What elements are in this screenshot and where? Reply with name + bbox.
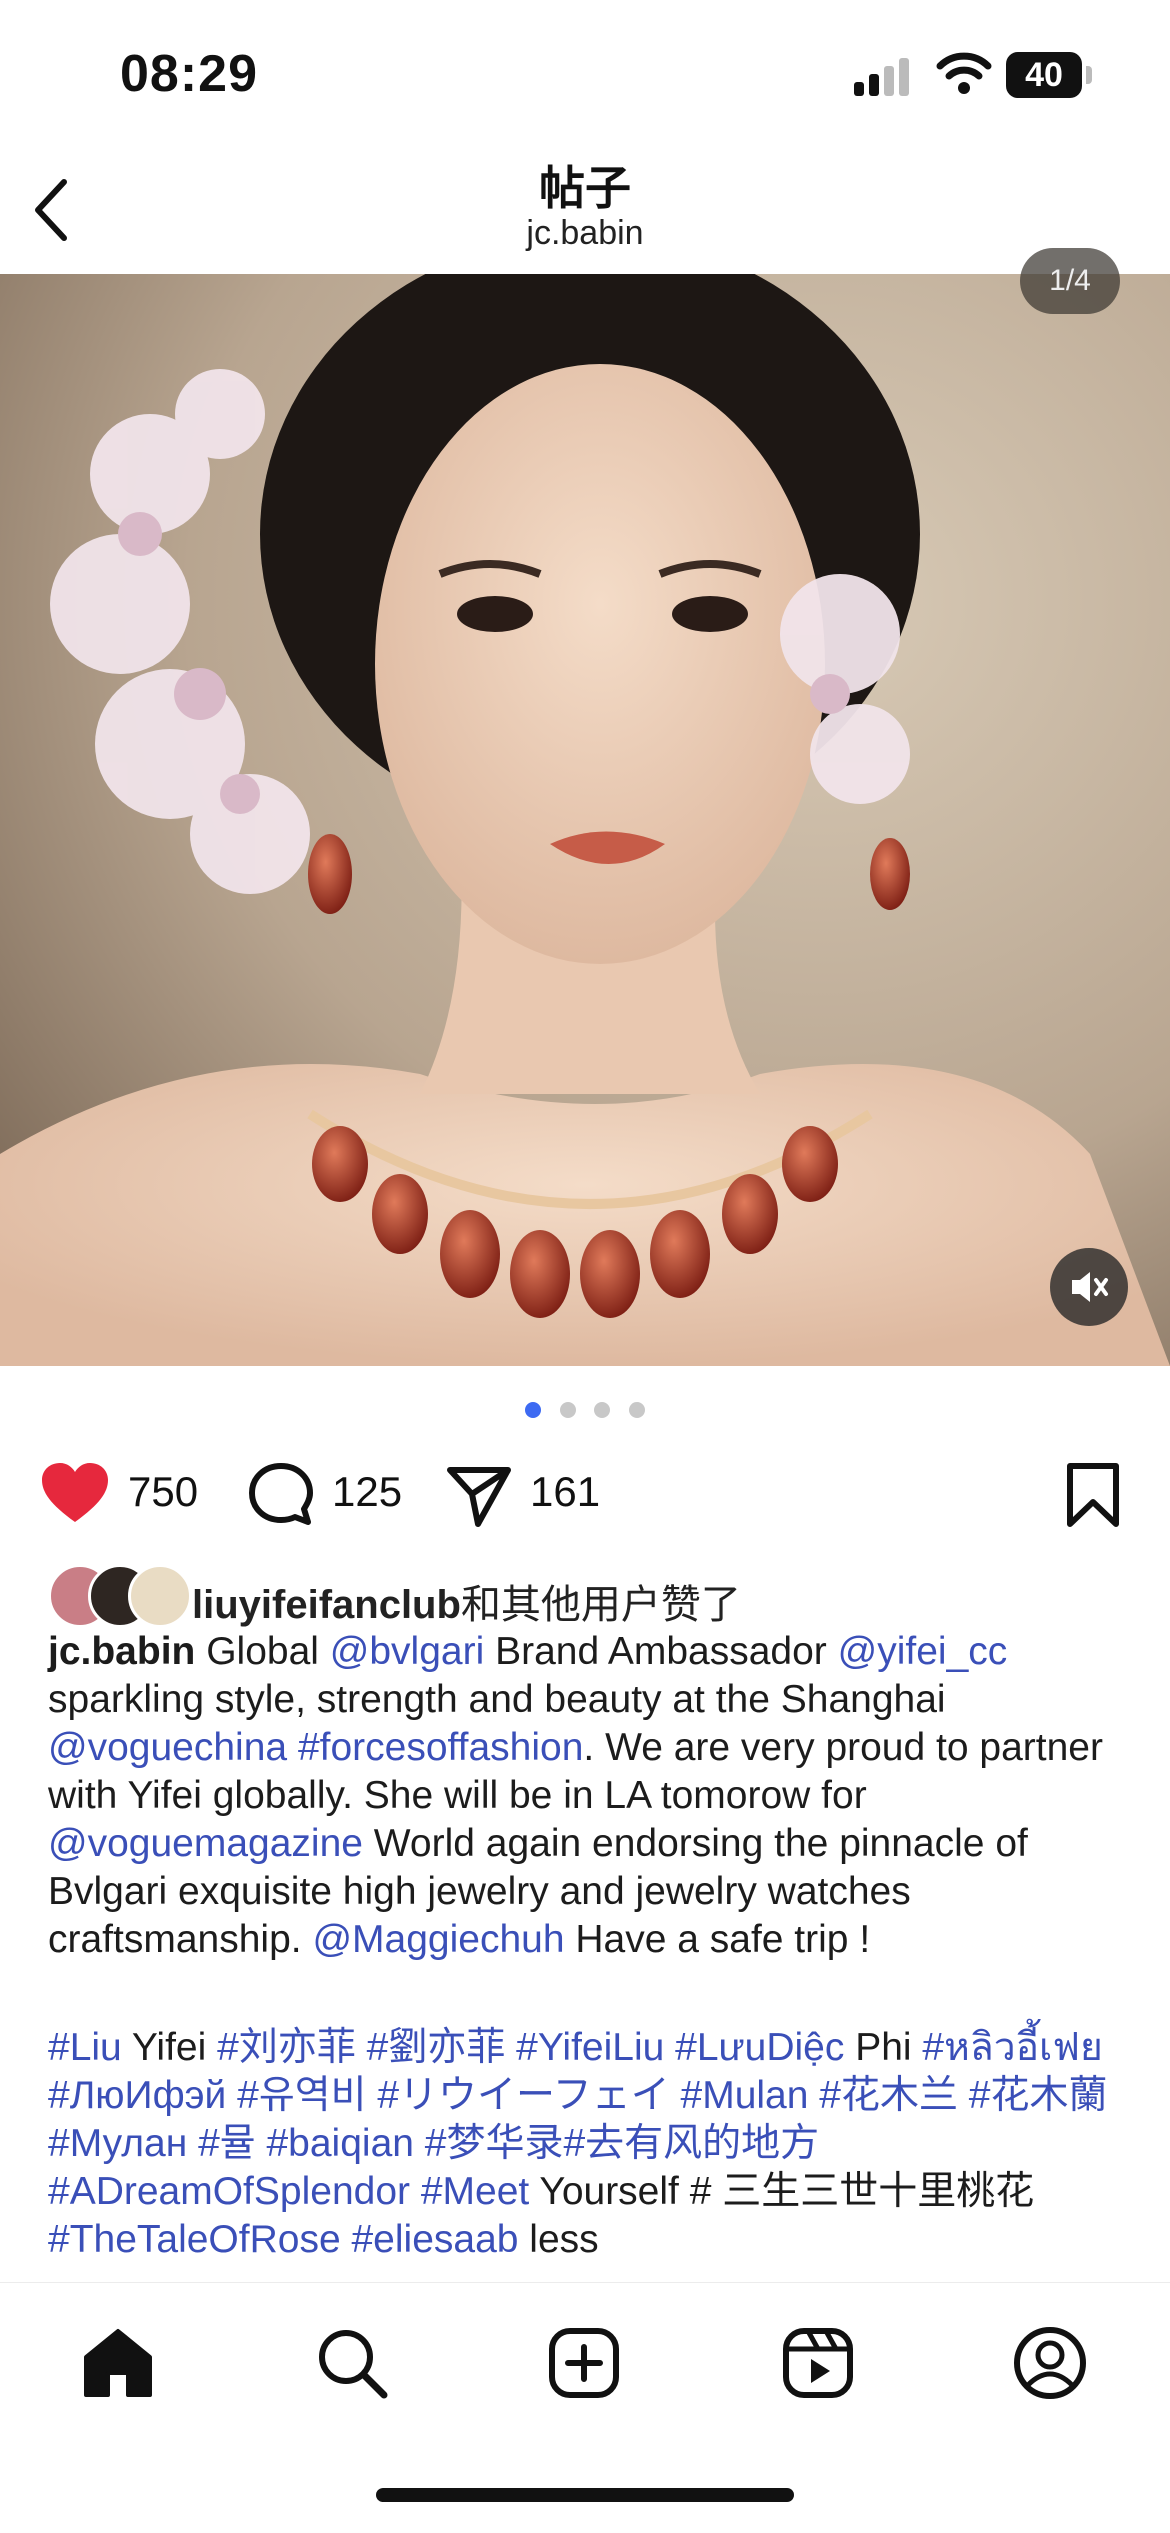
- hashtag-link[interactable]: #Liu: [48, 2026, 122, 2069]
- bookmark-icon[interactable]: [1058, 1460, 1128, 1530]
- mute-button[interactable]: [1050, 1248, 1128, 1326]
- liked-by-suffix: 和其他用户赞了: [460, 1583, 741, 1627]
- hashtag-link[interactable]: #forcesoffashion: [298, 1726, 583, 1769]
- liked-by-user[interactable]: liuyifeifanclub: [192, 1583, 461, 1627]
- carousel-dot: [525, 1402, 542, 1418]
- carousel-indicator: [0, 1402, 1170, 1422]
- portrait-photo: [0, 274, 1170, 1366]
- hashtag-text: Phi: [844, 2026, 923, 2069]
- reels-icon[interactable]: [778, 2323, 858, 2403]
- like-count[interactable]: 750: [128, 1468, 198, 1516]
- share-icon[interactable]: [444, 1460, 514, 1530]
- caption-text: sparkling style, strength and beauty at …: [48, 1678, 946, 1721]
- hashtag-text: Yourself # 三生三世十里桃花: [529, 2170, 1035, 2213]
- create-post-icon[interactable]: [544, 2323, 624, 2403]
- mention-link[interactable]: @voguemagazine: [48, 1822, 363, 1865]
- home-indicator: [376, 2488, 794, 2502]
- cellular-signal-icon: [854, 58, 909, 96]
- caption-text: Have a safe trip !: [564, 1918, 871, 1961]
- caption-username[interactable]: jc.babin: [48, 1630, 195, 1673]
- hashtag-link[interactable]: #TheTaleOfRose #eliesaab: [48, 2218, 518, 2261]
- status-bar: 08:29 40: [0, 0, 1170, 150]
- battery-level: 40: [1025, 56, 1063, 94]
- caption-text: Brand Ambassador: [484, 1630, 838, 1673]
- clock: 08:29: [120, 45, 258, 103]
- mention-link[interactable]: @Maggiechuh: [312, 1918, 564, 1961]
- caption-text: Global: [195, 1630, 330, 1673]
- home-icon[interactable]: [78, 2323, 158, 2403]
- wifi-icon: [936, 52, 992, 94]
- comment-icon[interactable]: [246, 1460, 316, 1530]
- carousel-dot: [594, 1402, 611, 1418]
- image-counter: 1/4: [1020, 248, 1120, 314]
- mention-link[interactable]: @bvlgari: [330, 1630, 484, 1673]
- search-icon[interactable]: [312, 2323, 392, 2403]
- carousel-dot: [628, 1402, 645, 1418]
- carousel-dot: [559, 1402, 576, 1418]
- hashtag-block: #Liu Yifei #刘亦菲 #劉亦菲 #YifeiLiu #LưuDiệc …: [48, 2024, 1148, 2264]
- less-button[interactable]: less: [518, 2218, 598, 2261]
- liked-by-text: liuyifeifanclub和其他用户赞了: [192, 1572, 741, 1630]
- profile-icon[interactable]: [1010, 2323, 1090, 2403]
- like-heart-icon[interactable]: [40, 1460, 110, 1530]
- mention-link[interactable]: @yifei_cc: [838, 1630, 1008, 1673]
- avatar: [128, 1564, 192, 1628]
- mention-link[interactable]: @voguechina: [48, 1726, 287, 1769]
- hashtag-link[interactable]: #刘亦菲 #劉亦菲 #YifeiLiu #LưuDiệc: [217, 2026, 844, 2069]
- liked-by-row[interactable]: liuyifeifanclub和其他用户赞了: [48, 1560, 1148, 1632]
- post-photo[interactable]: [0, 274, 1170, 1366]
- page-title: 帖子: [539, 162, 631, 214]
- action-bar: 750 125 161: [0, 1450, 1170, 1540]
- page-subtitle: jc.babin: [526, 214, 644, 252]
- post-caption: jc.babin Global @bvlgari Brand Ambassado…: [48, 1628, 1138, 1964]
- battery-icon: 40: [1006, 52, 1092, 98]
- share-count[interactable]: 161: [530, 1468, 600, 1516]
- hashtag-text: Yifei: [121, 2026, 218, 2069]
- comment-count[interactable]: 125: [332, 1468, 402, 1516]
